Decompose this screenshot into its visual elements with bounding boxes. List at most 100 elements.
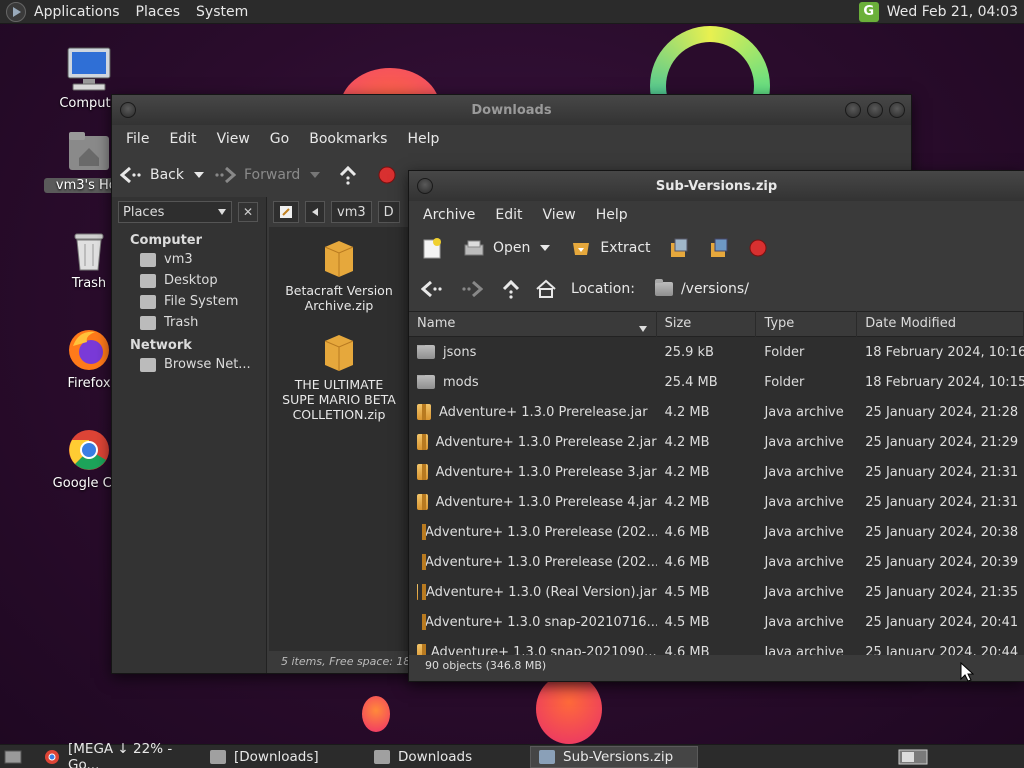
- workspace-switcher-icon[interactable]: [898, 749, 928, 765]
- path-scroll-left[interactable]: [305, 201, 325, 223]
- downloads-titlebar[interactable]: Downloads: [112, 95, 911, 125]
- menu-view[interactable]: View: [533, 207, 586, 223]
- location-path[interactable]: /versions/: [643, 279, 749, 297]
- column-header-type[interactable]: Type: [756, 311, 858, 337]
- archive-manager-icon: [539, 749, 555, 764]
- table-row[interactable]: Adventure+ 1.3.0 Prerelease 2.jar 4.2 MB J…: [409, 427, 1024, 457]
- task-sub-versions[interactable]: Sub-Versions.zip: [530, 745, 698, 768]
- menu-edit[interactable]: Edit: [485, 207, 532, 223]
- table-row[interactable]: mods 25.4 MB Folder 18 February 2024, 10:15: [409, 367, 1024, 397]
- new-archive-icon[interactable]: [421, 237, 443, 259]
- sidebar-item-vm3[interactable]: vm3: [112, 248, 266, 269]
- table-row[interactable]: Adventure+ 1.3.0 Prerelease 4.jar 4.2 MB J…: [409, 487, 1024, 517]
- window-title: Downloads: [471, 102, 552, 118]
- forward-history-dropdown[interactable]: [308, 170, 322, 180]
- file-list-header: Name Size Type Date Modified: [409, 311, 1024, 337]
- table-row[interactable]: Adventure+ 1.3.0 Prerelease (202... 4.6 M…: [409, 547, 1024, 577]
- file-name: Adventure+ 1.3.0 snap-2021090...: [430, 644, 657, 656]
- archive-titlebar[interactable]: Sub-Versions.zip: [409, 171, 1024, 201]
- column-header-size[interactable]: Size: [657, 311, 757, 337]
- status-bar: 90 objects (346.8 MB): [409, 655, 1024, 679]
- forward-button[interactable]: Forward: [206, 166, 308, 184]
- file-date: 25 January 2024, 21:31: [865, 494, 1019, 510]
- file-item[interactable]: Betacraft Version Archive.zip: [279, 237, 399, 313]
- window-title: Sub-Versions.zip: [655, 178, 778, 194]
- back-button[interactable]: Back: [112, 166, 192, 184]
- edit-icon: [279, 205, 293, 219]
- table-row[interactable]: Adventure+ 1.3.0 Prerelease 3.jar 4.2 MB J…: [409, 457, 1024, 487]
- file-type: Java archive: [764, 494, 844, 510]
- window-menu-button[interactable]: [417, 178, 433, 194]
- extract-button[interactable]: Extract: [562, 239, 658, 257]
- menu-edit[interactable]: Edit: [159, 131, 206, 147]
- file-item[interactable]: THE ULTIMATE SUPE MARIO BETA COLLETION.z…: [279, 331, 399, 422]
- file-name: jsons: [443, 344, 477, 360]
- file-date: 25 January 2024, 21:31: [865, 464, 1019, 480]
- file-name: Adventure+ 1.3.0 (Real Version).jar: [425, 584, 657, 600]
- window-menu-button[interactable]: [120, 102, 136, 118]
- table-row[interactable]: Adventure+ 1.3.0 snap-2021090... 4.6 MB Ja…: [409, 637, 1024, 655]
- table-row[interactable]: Adventure+ 1.3.0 snap-20210716... 4.5 MB J…: [409, 607, 1024, 637]
- open-button[interactable]: Open: [455, 239, 538, 257]
- table-row[interactable]: Adventure+ 1.3.0 (Real Version).jar 4.5 M…: [409, 577, 1024, 607]
- drive-icon: [140, 294, 156, 309]
- task-downloads[interactable]: Downloads: [366, 746, 530, 768]
- back-history-dropdown[interactable]: [192, 170, 206, 180]
- toggle-location-button[interactable]: [273, 201, 299, 223]
- path-segment-vm3[interactable]: vm3: [331, 201, 372, 223]
- sidebar-item-desktop[interactable]: Desktop: [112, 269, 266, 290]
- column-header-name[interactable]: Name: [409, 311, 657, 337]
- menu-help[interactable]: Help: [397, 131, 449, 147]
- menu-bookmarks[interactable]: Bookmarks: [299, 131, 397, 147]
- add-folder-icon[interactable]: [709, 237, 731, 259]
- update-tray-icon[interactable]: G: [858, 1, 879, 22]
- clock[interactable]: Wed Feb 21, 04:03: [887, 4, 1024, 20]
- forward-arrow-icon[interactable]: [461, 280, 483, 298]
- menu-view[interactable]: View: [207, 131, 260, 147]
- back-arrow-icon[interactable]: [421, 280, 443, 298]
- file-size: 25.4 MB: [664, 374, 718, 390]
- add-files-icon[interactable]: [669, 237, 691, 259]
- file-size: 4.2 MB: [664, 404, 710, 420]
- file-size: 4.6 MB: [664, 644, 710, 656]
- up-arrow-icon[interactable]: [501, 279, 521, 299]
- file-type: Java archive: [764, 404, 844, 420]
- menu-system[interactable]: System: [188, 0, 256, 24]
- minimize-button[interactable]: [845, 102, 861, 118]
- table-row[interactable]: Adventure+ 1.3.0 Prerelease.jar 4.2 MB Jav…: [409, 397, 1024, 427]
- open-dropdown[interactable]: [538, 243, 552, 253]
- column-header-date[interactable]: Date Modified: [857, 311, 1024, 337]
- task-browser[interactable]: [MEGA ↓ 22% - Go...: [36, 741, 202, 768]
- menu-archive[interactable]: Archive: [413, 207, 485, 223]
- folder-icon: [654, 279, 673, 296]
- task-downloads-minimized[interactable]: [Downloads]: [202, 746, 366, 768]
- sidebar-item-browse-network[interactable]: Browse Net...: [112, 353, 266, 374]
- path-segment-downloads[interactable]: D: [377, 201, 400, 223]
- folder-icon: [417, 344, 435, 359]
- wallpaper-shape: [536, 674, 602, 744]
- up-arrow-icon[interactable]: [338, 165, 358, 185]
- stop-icon[interactable]: [749, 239, 767, 257]
- applications-logo-icon[interactable]: [6, 1, 26, 22]
- places-sidebar: Places ✕ Computer vm3 Desktop File Syste…: [112, 197, 267, 673]
- show-desktop-icon[interactable]: [4, 749, 22, 765]
- maximize-button[interactable]: [867, 102, 883, 118]
- file-name: Adventure+ 1.3.0 Prerelease 3.jar: [435, 464, 657, 480]
- stop-icon[interactable]: [378, 166, 396, 184]
- file-name: Adventure+ 1.3.0 Prerelease 4.jar: [435, 494, 657, 510]
- table-row[interactable]: jsons 25.9 kB Folder 18 February 2024, 10:1…: [409, 337, 1024, 367]
- menu-go[interactable]: Go: [260, 131, 299, 147]
- table-row[interactable]: Adventure+ 1.3.0 Prerelease (202... 4.6 M…: [409, 517, 1024, 547]
- close-sidebar-button[interactable]: ✕: [238, 202, 258, 222]
- places-selector[interactable]: Places: [118, 201, 232, 223]
- menu-file[interactable]: File: [116, 131, 159, 147]
- menu-applications[interactable]: Applications: [26, 0, 128, 24]
- menu-help[interactable]: Help: [586, 207, 638, 223]
- file-view: Betacraft Version Archive.zip THE ULTIMA…: [269, 227, 409, 651]
- menu-places[interactable]: Places: [128, 0, 189, 24]
- close-button[interactable]: [889, 102, 905, 118]
- archive-menubar: Archive Edit View Help: [409, 201, 1024, 229]
- sidebar-item-trash[interactable]: Trash: [112, 311, 266, 332]
- home-icon[interactable]: [535, 279, 557, 299]
- sidebar-item-file-system[interactable]: File System: [112, 290, 266, 311]
